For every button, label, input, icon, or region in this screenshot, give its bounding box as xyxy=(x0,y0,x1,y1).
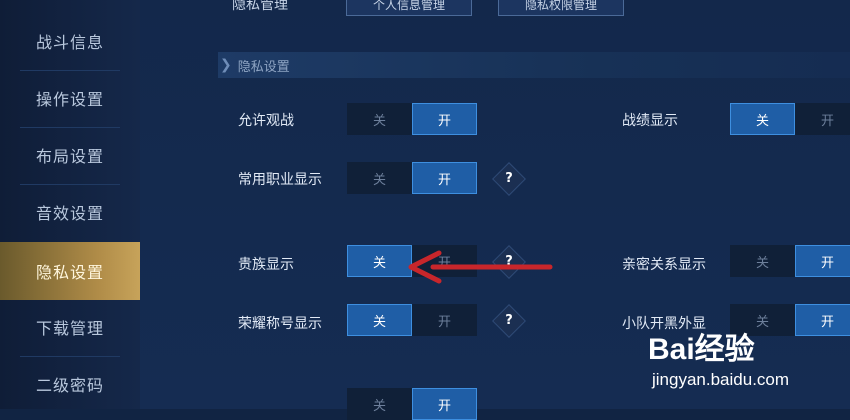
help-icon[interactable]: ? xyxy=(492,304,526,338)
watermark: Bai经验 jingyan.baidu.com xyxy=(636,318,850,409)
sidebar-item-label: 下载管理 xyxy=(35,319,104,338)
toggle-off-option[interactable]: 关 xyxy=(347,103,412,135)
sidebar-item-battle-info[interactable]: 战斗信息 xyxy=(0,15,140,67)
sidebar-item-label: 操作设置 xyxy=(35,90,104,109)
privacy-permission-button[interactable]: 隐私权限管理 xyxy=(498,0,624,16)
sidebar-item-privacy[interactable]: 隐私设置 xyxy=(0,242,140,300)
partial-toggle[interactable]: 关 开 xyxy=(347,388,477,420)
setting-label: 允许观战 xyxy=(238,113,294,129)
setting-label: 战绩显示 xyxy=(622,113,678,129)
honor-title-display-toggle[interactable]: 关 开 xyxy=(347,304,477,336)
toggle-off-option[interactable]: 关 xyxy=(347,388,412,420)
toggle-off-option[interactable]: 关 xyxy=(730,245,795,277)
sidebar-divider xyxy=(20,184,120,185)
sidebar-item-label: 布局设置 xyxy=(35,147,104,166)
watermark-logo: Bai经验 xyxy=(648,333,755,366)
allow-spectate-toggle[interactable]: 关 开 xyxy=(347,103,477,135)
sidebar-divider xyxy=(20,127,120,128)
toggle-off-option[interactable]: 关 xyxy=(347,162,412,194)
toggle-on-option[interactable]: 开 xyxy=(795,245,850,277)
common-role-display-toggle[interactable]: 关 开 xyxy=(347,162,477,194)
setting-label: 常用职业显示 xyxy=(238,172,322,188)
setting-label: 亲密关系显示 xyxy=(622,257,706,273)
sidebar-item-label: 战斗信息 xyxy=(35,33,104,52)
sidebar-item-label: 隐私设置 xyxy=(35,263,104,282)
section-header: ❯ 隐私设置 xyxy=(218,52,850,78)
toggle-on-option[interactable]: 开 xyxy=(412,103,477,135)
toggle-on-option[interactable]: 开 xyxy=(795,103,850,135)
record-display-toggle[interactable]: 关 开 xyxy=(730,103,850,135)
sidebar-item-layout[interactable]: 布局设置 xyxy=(0,129,140,181)
toggle-on-option[interactable]: 开 xyxy=(412,162,477,194)
sidebar-item-controls[interactable]: 操作设置 xyxy=(0,72,140,124)
toggle-on-option[interactable]: 开 xyxy=(412,388,477,420)
toggle-on-option[interactable]: 开 xyxy=(412,304,477,336)
toggle-off-option[interactable]: 关 xyxy=(730,103,795,135)
sidebar-item-downloads[interactable]: 下载管理 xyxy=(0,301,140,353)
toggle-off-option[interactable]: 关 xyxy=(347,304,412,336)
toggle-off-option[interactable]: 关 xyxy=(347,245,412,277)
chevron-right-icon: ❯ xyxy=(220,57,232,73)
sidebar-divider xyxy=(20,70,120,71)
personal-info-button[interactable]: 个人信息管理 xyxy=(346,0,472,16)
help-icon[interactable]: ? xyxy=(492,162,526,196)
sidebar-item-sound[interactable]: 音效设置 xyxy=(0,186,140,238)
privacy-management-label: 隐私管理 xyxy=(232,0,288,13)
sidebar-item-secondary-password[interactable]: 二级密码 xyxy=(0,358,140,410)
intimacy-display-toggle[interactable]: 关 开 xyxy=(730,245,850,277)
sidebar: 战斗信息 操作设置 布局设置 音效设置 隐私设置 下载管理 二级密码 xyxy=(0,0,141,409)
help-glyph: ? xyxy=(505,313,513,328)
sidebar-item-label: 音效设置 xyxy=(35,204,104,223)
setting-label: 荣耀称号显示 xyxy=(238,316,322,332)
annotation-arrow-icon xyxy=(408,250,553,284)
privacy-management-row: 隐私管理 个人信息管理 隐私权限管理 xyxy=(140,0,850,20)
sidebar-divider xyxy=(20,356,120,357)
section-title: 隐私设置 xyxy=(237,59,290,75)
sidebar-item-label: 二级密码 xyxy=(35,376,104,395)
watermark-url: jingyan.baidu.com xyxy=(652,370,790,389)
help-glyph: ? xyxy=(505,171,513,186)
setting-label: 贵族显示 xyxy=(238,257,294,273)
